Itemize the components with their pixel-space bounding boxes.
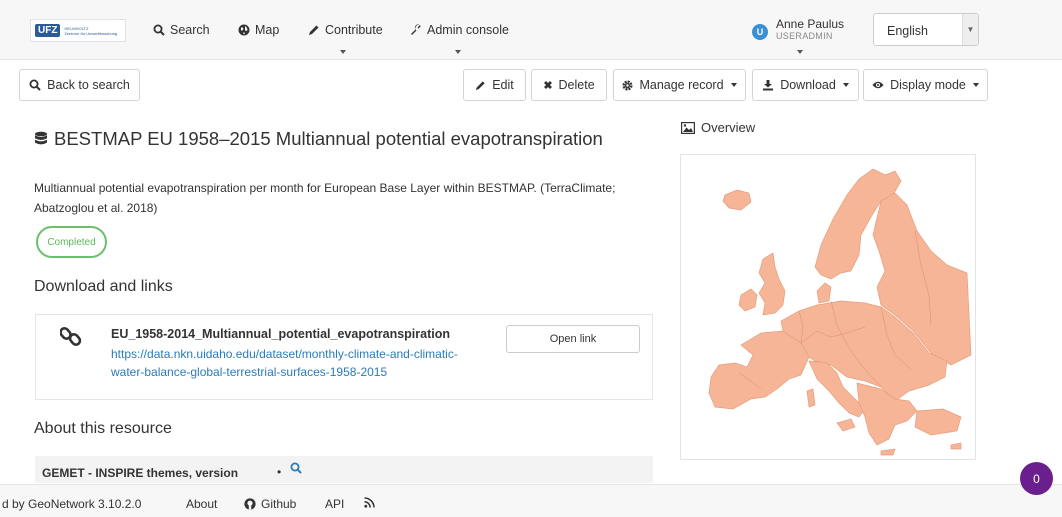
footer-github-link[interactable]: Github xyxy=(244,497,296,511)
display-label: Display mode xyxy=(890,78,966,92)
footer-about-link[interactable]: About xyxy=(186,497,217,511)
download-icon xyxy=(763,80,774,91)
user-caret-icon xyxy=(797,50,803,54)
about-resource-heading: About this resource xyxy=(34,420,172,437)
language-selected: English xyxy=(887,24,928,38)
link-title: EU_1958-2014_Multiannual_potential_evapo… xyxy=(111,327,450,341)
user-name[interactable]: Anne Paulus xyxy=(776,17,844,31)
logo-line2: Zentrum für Umweltforschung xyxy=(64,30,118,36)
delete-button[interactable]: ✖ Delete xyxy=(531,69,607,101)
notification-count-button[interactable]: 0 xyxy=(1020,462,1053,495)
contribute-caret-icon xyxy=(340,50,346,54)
nav-admin-console[interactable]: Admin console xyxy=(410,23,509,37)
download-label: Download xyxy=(780,78,836,92)
nav-search[interactable]: Search xyxy=(153,23,210,37)
chevron-down-icon xyxy=(842,83,849,87)
link-url[interactable]: https://data.nkn.uidaho.edu/dataset/mont… xyxy=(111,345,471,381)
picture-icon xyxy=(681,121,695,134)
europe-map-image xyxy=(708,168,972,456)
edit-button[interactable]: Edit xyxy=(463,69,526,101)
gear-icon xyxy=(622,79,633,91)
powered-by[interactable]: d by GeoNetwork 3.10.2.0 xyxy=(2,497,141,511)
database-icon xyxy=(35,131,47,145)
ufz-logo[interactable]: UFZ HELMHOLTZ Zentrum für Umweltforschun… xyxy=(30,19,126,42)
chevron-down-icon xyxy=(972,83,979,87)
footer: d by GeoNetwork 3.10.2.0 About Github AP… xyxy=(0,484,1062,517)
admin-caret-icon xyxy=(455,50,461,54)
nav-contribute-label: Contribute xyxy=(325,23,383,37)
select-arrow-icon: ▼ xyxy=(962,14,978,45)
top-navbar: UFZ HELMHOLTZ Zentrum für Umweltforschun… xyxy=(0,0,1062,60)
record-abstract: Multiannual potential evapotranspiration… xyxy=(34,181,616,215)
github-icon xyxy=(244,498,256,510)
delete-label: Delete xyxy=(558,78,595,92)
download-button[interactable]: Download xyxy=(752,69,859,101)
open-link-button[interactable]: Open link xyxy=(506,325,640,353)
eye-icon xyxy=(872,81,884,89)
link-icon xyxy=(60,327,82,346)
logo-abbr: UFZ xyxy=(35,24,61,37)
nav-search-label: Search xyxy=(170,23,210,37)
search-icon xyxy=(153,24,165,36)
edit-label: Edit xyxy=(492,78,514,92)
nav-contribute[interactable]: Contribute xyxy=(308,23,383,37)
github-label: Github xyxy=(261,497,297,511)
gemet-bullet: • xyxy=(277,465,282,479)
record-title-text: BESTMAP EU 1958–2015 Multiannual potenti… xyxy=(54,128,603,149)
pencil-icon xyxy=(476,80,485,90)
overview-label: Overview xyxy=(701,120,756,135)
gemet-label: GEMET - INSPIRE themes, version xyxy=(42,466,239,480)
nav-map[interactable]: Map xyxy=(238,23,279,37)
user-avatar-icon[interactable]: U xyxy=(752,24,768,40)
wrench-icon xyxy=(411,24,421,35)
user-role: USERADMIN xyxy=(776,31,833,41)
close-icon: ✖ xyxy=(543,79,553,92)
language-select[interactable]: English ▼ xyxy=(873,13,979,46)
manage-record-button[interactable]: Manage record xyxy=(613,69,746,101)
footer-api-link[interactable]: API xyxy=(325,497,344,511)
search-icon[interactable] xyxy=(290,462,302,474)
chevron-down-icon xyxy=(730,83,737,87)
link-card: EU_1958-2014_Multiannual_potential_evapo… xyxy=(35,314,653,400)
status-badge: Completed xyxy=(36,226,107,258)
display-mode-button[interactable]: Display mode xyxy=(863,69,988,101)
record-title: BESTMAP EU 1958–2015 Multiannual potenti… xyxy=(34,128,603,150)
search-icon xyxy=(29,79,41,91)
overview-heading: Overview xyxy=(681,120,755,135)
gemet-themes-row: GEMET - INSPIRE themes, version • xyxy=(35,456,653,483)
pencil-icon xyxy=(309,25,319,35)
back-to-search-button[interactable]: Back to search xyxy=(19,69,140,101)
globe-icon xyxy=(238,24,250,36)
manage-label: Manage record xyxy=(639,78,724,92)
rss-icon xyxy=(364,497,375,508)
nav-map-label: Map xyxy=(255,23,280,37)
back-label: Back to search xyxy=(47,78,130,92)
footer-rss-link[interactable] xyxy=(364,497,375,508)
overview-map xyxy=(680,154,976,460)
nav-admin-label: Admin console xyxy=(427,23,509,37)
download-links-heading: Download and links xyxy=(34,278,173,295)
